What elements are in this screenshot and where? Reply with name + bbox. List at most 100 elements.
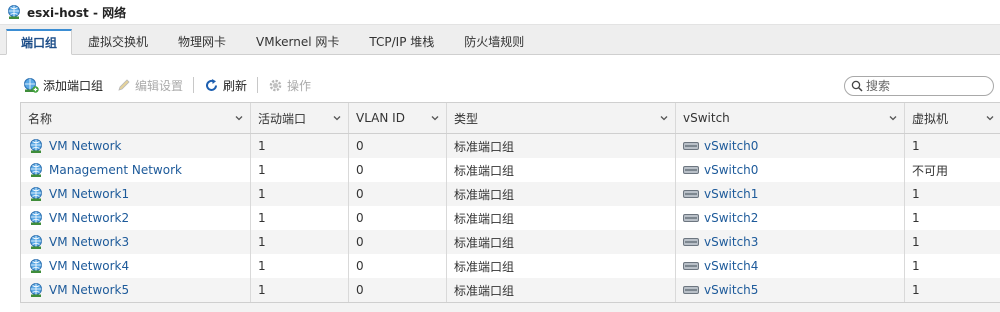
cell-name[interactable]: VM Network3	[21, 230, 251, 254]
cell-vswitch[interactable]: vSwitch5	[676, 278, 905, 302]
window-title: esxi-host - 网络	[27, 5, 127, 20]
port-group-link[interactable]: VM Network2	[49, 211, 129, 225]
vswitch-icon	[683, 284, 699, 296]
cell-name[interactable]: VM Network5	[21, 278, 251, 302]
vswitch-icon	[683, 260, 699, 272]
cell-active-ports: 1	[251, 206, 349, 230]
column-header-vlan-id[interactable]: VLAN ID	[349, 103, 447, 133]
search-input[interactable]	[866, 79, 976, 93]
cell-active-ports: 1	[251, 278, 349, 302]
column-header-name[interactable]: 名称	[21, 103, 251, 133]
cell-vlan-id: 0	[349, 206, 447, 230]
toolbar-separator	[257, 77, 259, 93]
table-row[interactable]: VM Network5 1 0 标准端口组 vSwitch5 1	[21, 278, 1000, 302]
tab-firewall-rules[interactable]: 防火墙规则	[450, 30, 538, 54]
vswitch-icon	[683, 188, 699, 200]
cell-vms: 1	[912, 283, 920, 297]
chevron-down-icon[interactable]	[888, 113, 898, 123]
column-header-vswitch[interactable]: vSwitch	[676, 103, 905, 133]
cell-active-ports: 1	[251, 158, 349, 182]
column-header-label: VLAN ID	[356, 111, 405, 125]
cell-vswitch[interactable]: vSwitch3	[676, 230, 905, 254]
cell-vswitch[interactable]: vSwitch4	[676, 254, 905, 278]
edit-settings-button[interactable]: 编辑设置	[117, 77, 183, 94]
cell-active-ports: 1	[251, 182, 349, 206]
cell-vswitch[interactable]: vSwitch0	[676, 158, 905, 182]
tab-physical-nics[interactable]: 物理网卡	[164, 30, 240, 54]
vswitch-link[interactable]: vSwitch5	[704, 283, 758, 297]
add-port-group-button[interactable]: 添加端口组	[22, 77, 103, 94]
vswitch-icon	[683, 140, 699, 152]
refresh-label: 刷新	[223, 78, 248, 93]
column-header-active-ports[interactable]: 活动端口	[251, 103, 349, 133]
cell-vswitch[interactable]: vSwitch0	[676, 134, 905, 158]
cell-vlan-id: 0	[349, 278, 447, 302]
cell-vms: 1	[912, 211, 920, 225]
cell-vms: 1	[912, 235, 920, 249]
network-globe-icon	[28, 258, 44, 274]
port-group-link[interactable]: VM Network	[49, 139, 121, 153]
cell-name[interactable]: VM Network1	[21, 182, 251, 206]
network-globe-icon	[28, 162, 44, 178]
cell-type: 标准端口组	[447, 206, 676, 230]
port-group-table: 名称 活动端口 VLAN ID 类型 vSwitch 虚拟机 VM Networ…	[20, 102, 1000, 302]
cell-name[interactable]: VM Network	[21, 134, 251, 158]
cell-name[interactable]: VM Network4	[21, 254, 251, 278]
vswitch-link[interactable]: vSwitch0	[704, 139, 758, 153]
refresh-icon	[204, 78, 219, 93]
cell-vlan-id: 0	[349, 134, 447, 158]
tab-port-groups[interactable]: 端口组	[6, 29, 73, 55]
cell-vms: 1	[912, 139, 920, 153]
chevron-down-icon[interactable]	[430, 113, 440, 123]
table-row[interactable]: VM Network4 1 0 标准端口组 vSwitch4 1	[21, 254, 1000, 278]
network-globe-icon	[28, 282, 44, 298]
table-row[interactable]: Management Network 1 0 标准端口组 vSwitch0 不可…	[21, 158, 1000, 182]
edit-settings-label: 编辑设置	[135, 78, 184, 93]
vswitch-link[interactable]: vSwitch3	[704, 235, 758, 249]
vswitch-icon	[683, 236, 699, 248]
cell-active-ports: 1	[251, 254, 349, 278]
port-group-link[interactable]: VM Network1	[49, 187, 129, 201]
cell-vms: 1	[912, 259, 920, 273]
table-body: VM Network 1 0 标准端口组 vSwitch0 1 Manageme…	[21, 134, 1000, 302]
column-header-type[interactable]: 类型	[447, 103, 676, 133]
table-row[interactable]: VM Network3 1 0 标准端口组 vSwitch3 1	[21, 230, 1000, 254]
vswitch-link[interactable]: vSwitch4	[704, 259, 758, 273]
chevron-down-icon[interactable]	[332, 113, 342, 123]
cell-type: 标准端口组	[447, 254, 676, 278]
network-globe-icon	[28, 186, 44, 202]
actions-button[interactable]: 操作	[268, 77, 311, 94]
column-header-vms[interactable]: 虚拟机	[905, 103, 1000, 133]
vswitch-link[interactable]: vSwitch0	[704, 163, 758, 177]
search-box[interactable]	[844, 76, 994, 96]
vswitch-link[interactable]: vSwitch2	[704, 211, 758, 225]
refresh-button[interactable]: 刷新	[204, 77, 247, 94]
port-group-link[interactable]: VM Network3	[49, 235, 129, 249]
cell-name[interactable]: VM Network2	[21, 206, 251, 230]
chevron-down-icon[interactable]	[234, 113, 244, 123]
cell-active-ports: 1	[251, 230, 349, 254]
port-group-link[interactable]: Management Network	[49, 163, 182, 177]
cell-type: 标准端口组	[447, 230, 676, 254]
add-portgroup-icon	[22, 77, 39, 94]
cell-vlan-id: 0	[349, 158, 447, 182]
chevron-down-icon[interactable]	[985, 113, 995, 123]
table-row[interactable]: VM Network2 1 0 标准端口组 vSwitch2 1	[21, 206, 1000, 230]
cell-name[interactable]: Management Network	[21, 158, 251, 182]
table-row[interactable]: VM Network1 1 0 标准端口组 vSwitch1 1	[21, 182, 1000, 206]
cell-vswitch[interactable]: vSwitch1	[676, 182, 905, 206]
port-group-link[interactable]: VM Network4	[49, 259, 129, 273]
tab-vmkernel-nics[interactable]: VMkernel 网卡	[242, 30, 353, 54]
tab-tcpip-stacks[interactable]: TCP/IP 堆栈	[355, 30, 448, 54]
vswitch-icon	[683, 212, 699, 224]
cell-vswitch[interactable]: vSwitch2	[676, 206, 905, 230]
vswitch-link[interactable]: vSwitch1	[704, 187, 758, 201]
table-row[interactable]: VM Network 1 0 标准端口组 vSwitch0 1	[21, 134, 1000, 158]
column-header-label: 名称	[28, 111, 53, 126]
gear-icon	[268, 78, 283, 93]
add-port-group-label: 添加端口组	[43, 78, 104, 93]
port-group-link[interactable]: VM Network5	[49, 283, 129, 297]
network-globe-icon	[28, 234, 44, 250]
chevron-down-icon[interactable]	[659, 113, 669, 123]
tab-virtual-switches[interactable]: 虚拟交换机	[74, 30, 162, 54]
